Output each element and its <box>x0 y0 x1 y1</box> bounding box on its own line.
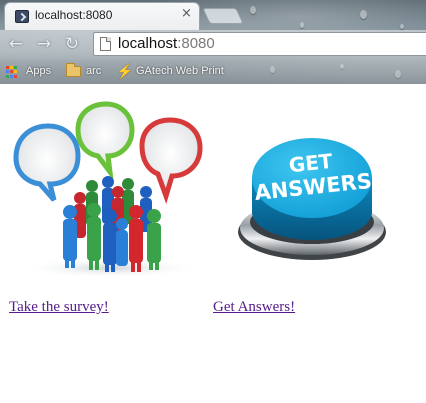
bookmark-label: arc <box>86 65 102 77</box>
page-icon <box>100 37 111 51</box>
bookmark-arc[interactable]: arc <box>66 63 106 79</box>
take-survey-link[interactable]: Take the survey! <box>9 299 109 316</box>
new-tab-button[interactable] <box>202 8 244 24</box>
terminal-icon <box>15 10 29 23</box>
url-host: localhost <box>118 35 178 52</box>
crowd-people-icon <box>63 176 161 272</box>
address-text[interactable]: localhost:8080 <box>118 34 215 54</box>
tab-close-icon[interactable]: × <box>181 6 192 22</box>
bookmark-gatech-web-print[interactable]: ⚡ GAtech Web Print <box>116 63 236 79</box>
reload-icon[interactable]: ↻ <box>62 34 82 54</box>
apps-grid-icon <box>6 66 18 78</box>
bolt-icon: ⚡ <box>116 63 134 79</box>
tab-title: localhost:8080 <box>35 8 113 22</box>
speech-bubble-green-icon <box>75 101 135 182</box>
get-answers-image[interactable]: GET ANSWERS <box>232 124 392 264</box>
url-port: :8080 <box>177 35 215 52</box>
folder-icon <box>66 63 81 77</box>
survey-image[interactable] <box>10 100 210 278</box>
speech-bubble-red-icon <box>139 117 203 204</box>
page-content: GET ANSWERS Take the survey! Get Answers… <box>0 84 426 403</box>
address-bar[interactable]: localhost:8080 <box>93 32 426 56</box>
bookmark-apps[interactable]: Apps <box>0 63 56 79</box>
back-arrow-icon[interactable]: ← <box>6 34 26 54</box>
bookmark-label: Apps <box>26 65 52 77</box>
forward-arrow-icon[interactable]: → <box>34 34 54 54</box>
browser-tab[interactable]: localhost:8080 × <box>4 2 200 30</box>
bookmark-label: GAtech Web Print <box>136 65 224 77</box>
speech-bubble-blue-icon <box>13 123 81 202</box>
get-answers-link[interactable]: Get Answers! <box>213 299 295 316</box>
browser-chrome: localhost:8080 × ← → ↻ localhost:8080 Ap… <box>0 0 426 84</box>
